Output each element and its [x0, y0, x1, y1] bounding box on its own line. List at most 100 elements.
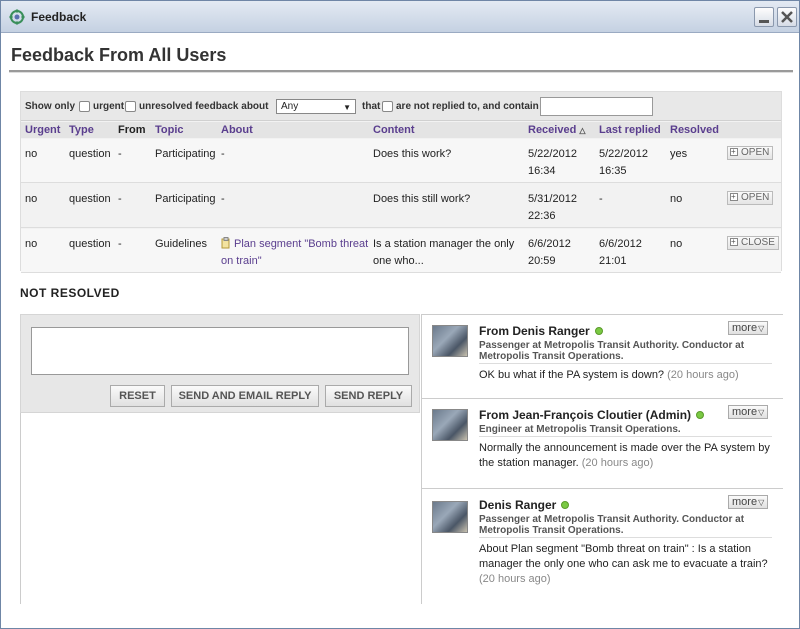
about-link[interactable]: Plan segment "Bomb threat on train" — [221, 236, 368, 270]
received-time: 20:59 — [528, 255, 556, 267]
replied-time: 21:01 — [599, 255, 627, 267]
cell-received: 5/31/2012 22:36 — [528, 191, 577, 225]
received-date: 5/22/2012 — [528, 148, 577, 160]
message-text-line1: Normally the announcement is made over t… — [479, 442, 770, 454]
col-from: From — [118, 124, 146, 136]
cell-type: question — [69, 148, 111, 160]
cell-content: Is a station manager the only one who... — [373, 236, 514, 270]
chevron-down-icon: ▽ — [758, 324, 765, 333]
message-separator — [479, 363, 772, 364]
cell-topic: Guidelines — [155, 238, 207, 250]
cell-topic: Participating — [155, 148, 216, 160]
replied-date: - — [599, 193, 603, 205]
open-button-label: OPEN — [741, 147, 770, 158]
cell-received: 6/6/2012 20:59 — [528, 236, 571, 270]
online-status-icon — [696, 411, 705, 419]
col-last-replied[interactable]: Last replied — [599, 124, 661, 136]
col-type[interactable]: Type — [69, 124, 94, 136]
not-replied-checkbox[interactable] — [382, 101, 393, 112]
table-row[interactable]: no question - Participating - Does this … — [21, 139, 781, 183]
cell-urgent: no — [25, 238, 38, 250]
message-body: About Plan segment "Bomb threat on train… — [479, 542, 771, 587]
send-and-email-reply-button[interactable]: SEND AND EMAIL REPLY — [171, 385, 319, 407]
close-button[interactable] — [777, 7, 797, 27]
unresolved-label: unresolved feedback about — [139, 101, 269, 112]
message-text: OK bu what if the PA system is down? — [479, 369, 665, 381]
message-separator — [479, 436, 772, 437]
avatar — [432, 409, 468, 441]
reply-textarea[interactable] — [31, 327, 409, 375]
open-button-label: OPEN — [741, 192, 770, 203]
expand-icon — [730, 146, 738, 158]
open-button[interactable]: OPEN — [727, 191, 774, 205]
show-only-label: Show only — [25, 101, 75, 112]
message-author: From Denis Ranger — [479, 324, 603, 338]
cell-received: 5/22/2012 16:34 — [528, 146, 577, 180]
cell-from: - — [118, 238, 122, 250]
that-label: that — [362, 101, 381, 112]
cell-urgent: no — [25, 148, 38, 160]
message-item: From Jean-François Cloutier (Admin) more… — [422, 399, 783, 489]
cell-resolved: no — [670, 193, 683, 205]
more-button[interactable]: more▽ — [728, 495, 769, 509]
feedback-window: Feedback Feedback From All Users Show on… — [0, 0, 800, 629]
about-link-line2: on train" — [221, 255, 262, 267]
col-urgent[interactable]: Urgent — [25, 124, 60, 136]
open-button[interactable]: OPEN — [727, 146, 774, 160]
send-reply-button[interactable]: SEND REPLY — [325, 385, 412, 407]
cell-last-replied: 5/22/2012 16:35 — [599, 146, 648, 180]
message-item: Denis Ranger more▽ Passenger at Metropol… — [422, 489, 783, 604]
not-replied-label: are not replied to, and contain — [396, 101, 539, 112]
contain-search-input[interactable] — [540, 97, 653, 116]
replied-date: 5/22/2012 — [599, 148, 648, 160]
message-author-name: From Jean-François Cloutier (Admin) — [479, 408, 692, 422]
table-header: Urgent Type From Topic About Content Rec… — [21, 122, 781, 138]
chevron-down-icon: ▽ — [758, 498, 765, 507]
about-select-value: Any — [281, 101, 299, 112]
cell-content: Does this work? — [373, 148, 452, 160]
message-item: From Denis Ranger more▽ Passenger at Met… — [422, 315, 783, 399]
col-received[interactable]: Received △ — [528, 124, 585, 136]
avatar — [432, 501, 468, 533]
urgent-label: urgent — [93, 101, 125, 112]
plan-segment-icon — [221, 237, 230, 249]
cell-from: - — [118, 148, 122, 160]
app-icon — [9, 9, 25, 25]
cell-about: - — [221, 193, 225, 205]
reset-button[interactable]: RESET — [110, 385, 165, 407]
role-line1: Passenger at Metropolis Transit Authorit… — [479, 514, 745, 525]
message-author-name: From Denis Ranger — [479, 324, 590, 338]
more-button[interactable]: more▽ — [728, 405, 769, 419]
about-select[interactable]: Any ▼ — [276, 99, 356, 114]
title-bar[interactable]: Feedback — [1, 1, 799, 33]
col-about[interactable]: About — [221, 124, 253, 136]
cell-content: Does this still work? — [373, 193, 471, 205]
unresolved-checkbox[interactable] — [125, 101, 136, 112]
reply-panel: RESET SEND AND EMAIL REPLY SEND REPLY — [20, 314, 420, 413]
more-button[interactable]: more▽ — [728, 321, 769, 335]
col-topic[interactable]: Topic — [155, 124, 184, 136]
table-row[interactable]: no question - Participating - Does this … — [21, 184, 781, 228]
close-feedback-button[interactable]: CLOSE — [727, 236, 779, 250]
cell-resolved: yes — [670, 148, 688, 160]
role-line1: Engineer at Metropolis Transit Operation… — [479, 424, 681, 435]
more-button-label: more — [732, 496, 758, 508]
message-text-line2: manager the only one who can ask me to e… — [479, 558, 768, 570]
replied-time: 16:35 — [599, 165, 627, 177]
table-row[interactable]: no question - Guidelines Plan segment "B… — [21, 229, 781, 273]
cell-type: question — [69, 238, 111, 250]
message-author-role: Passenger at Metropolis Transit Authorit… — [479, 514, 769, 536]
col-resolved[interactable]: Resolved — [670, 124, 719, 136]
message-author-role: Engineer at Metropolis Transit Operation… — [479, 424, 769, 435]
col-content[interactable]: Content — [373, 124, 415, 136]
avatar — [432, 325, 468, 357]
cell-resolved: no — [670, 238, 683, 250]
urgent-checkbox[interactable] — [79, 101, 90, 112]
minimize-button[interactable] — [754, 7, 774, 27]
received-time: 22:36 — [528, 210, 556, 222]
message-time: (20 hours ago) — [479, 573, 551, 585]
cell-last-replied: 6/6/2012 21:01 — [599, 236, 642, 270]
message-author: From Jean-François Cloutier (Admin) — [479, 408, 705, 422]
online-status-icon — [561, 501, 570, 509]
content-line1: Is a station manager the only — [373, 238, 515, 250]
